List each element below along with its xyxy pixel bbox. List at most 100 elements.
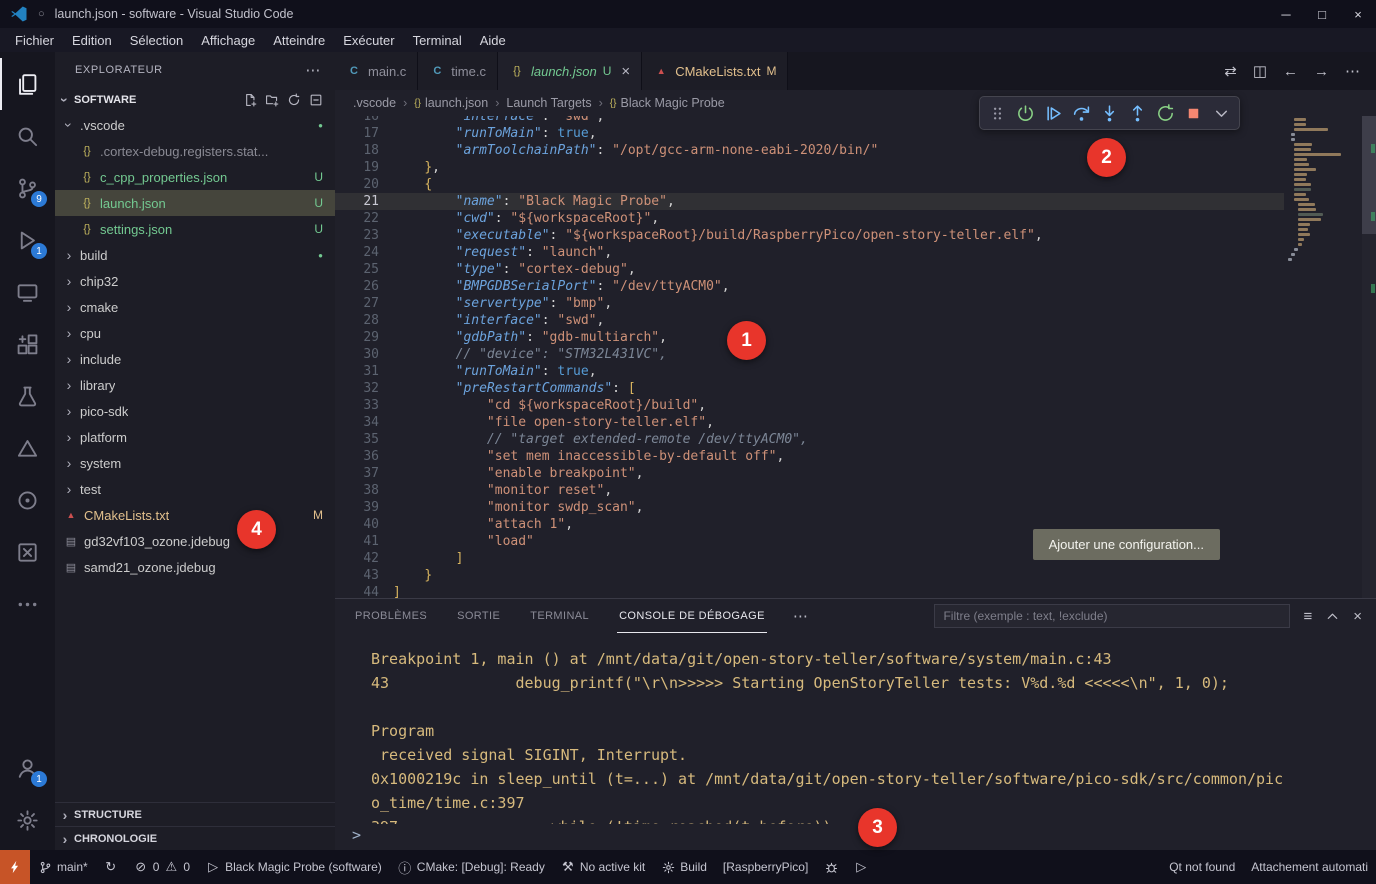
activitybar-extension-b[interactable] (0, 526, 55, 578)
new-folder-icon[interactable] (265, 93, 279, 107)
activitybar-remote-explorer[interactable] (0, 266, 55, 318)
refresh-icon[interactable] (287, 93, 301, 107)
tree-item-platform[interactable]: ›platform (55, 424, 335, 450)
menu-fichier[interactable]: Fichier (6, 28, 63, 52)
continue-button[interactable] (1013, 100, 1038, 126)
panel-tab-terminal[interactable]: TERMINAL (528, 599, 591, 633)
tree-item-launch-json[interactable]: {}launch.jsonU (55, 190, 335, 216)
tree-item-build[interactable]: ›build● (55, 242, 335, 268)
tree-item-gd32vf103-ozone-jdebug[interactable]: ▤gd32vf103_ozone.jdebug (55, 528, 335, 554)
new-file-icon[interactable] (243, 93, 257, 107)
tree-item-vscode[interactable]: ›.vscode● (55, 112, 335, 138)
tree-item-library[interactable]: ›library (55, 372, 335, 398)
workspace-section-header[interactable]: › SOFTWARE (55, 88, 335, 112)
tree-item-include[interactable]: ›include (55, 346, 335, 372)
activitybar-accounts[interactable]: 1 (0, 742, 55, 794)
drag-handle[interactable] (985, 100, 1010, 126)
step-out-button[interactable] (1125, 100, 1150, 126)
section-structure[interactable]: ›STRUCTURE (55, 802, 335, 826)
editor-scrollbar[interactable] (1362, 116, 1376, 598)
add-configuration-button[interactable]: Ajouter une configuration... (1033, 529, 1220, 560)
statusbar-build[interactable]: Build (653, 850, 715, 884)
statusbar-debug[interactable] (816, 850, 846, 884)
close-panel-icon[interactable]: × (1353, 608, 1362, 625)
navigate-back-icon[interactable]: ← (1283, 63, 1298, 80)
statusbar-git-branch[interactable]: main* (30, 850, 96, 884)
tab-main-c[interactable]: Cmain.c (335, 52, 418, 90)
activitybar-settings[interactable] (0, 794, 55, 846)
menu-aide[interactable]: Aide (471, 28, 515, 52)
panel-tab-console-de-d-bogage[interactable]: CONSOLE DE DÉBOGAGE (617, 599, 767, 633)
step-into-button[interactable] (1097, 100, 1122, 126)
statusbar-qt-status[interactable]: Qt not found (1161, 850, 1243, 884)
statusbar-debug-target[interactable]: ▷Black Magic Probe (software) (198, 850, 390, 884)
activitybar-cmake[interactable] (0, 422, 55, 474)
tree-item-cmakelists-txt[interactable]: ▲CMakeLists.txtM (55, 502, 335, 528)
debug-console-input[interactable]: > (335, 824, 1376, 850)
menu-affichage[interactable]: Affichage (192, 28, 264, 52)
maximize-panel-icon[interactable] (1325, 609, 1340, 624)
close-button[interactable]: × (1340, 0, 1376, 28)
tree-item-cortex-debug-registers-stat[interactable]: {}.cortex-debug.registers.stat... (55, 138, 335, 164)
statusbar-problems[interactable]: ⊘0⚠0 (126, 850, 198, 884)
navigate-forward-icon[interactable]: → (1314, 63, 1329, 80)
tree-item-cmake[interactable]: ›cmake (55, 294, 335, 320)
activitybar-search[interactable] (0, 110, 55, 162)
menu-edition[interactable]: Edition (63, 28, 121, 52)
menu-ex-cuter[interactable]: Exécuter (334, 28, 403, 52)
tree-item-test[interactable]: ›test (55, 476, 335, 502)
split-editor-icon[interactable]: ◫ (1253, 62, 1267, 80)
minimap[interactable] (1286, 118, 1360, 263)
activitybar-explorer[interactable] (0, 58, 55, 110)
stop-button[interactable] (1181, 100, 1206, 126)
menu-atteindre[interactable]: Atteindre (264, 28, 334, 52)
menu-terminal[interactable]: Terminal (404, 28, 471, 52)
activitybar-more-views[interactable] (0, 578, 55, 630)
statusbar-active-kit[interactable]: ⚒No active kit (553, 850, 653, 884)
activitybar-extensions[interactable] (0, 318, 55, 370)
remote-indicator[interactable] (0, 850, 30, 884)
run-to-cursor-button[interactable] (1041, 100, 1066, 126)
statusbar-cmake-status[interactable]: ⓘCMake: [Debug]: Ready (390, 850, 553, 884)
panel-tab-probl-mes[interactable]: PROBLÈMES (353, 599, 429, 633)
breadcrumb-item-black-magic-probe[interactable]: {}Black Magic Probe (610, 96, 725, 110)
statusbar-auto-attach[interactable]: Attachement automati (1243, 850, 1376, 884)
activitybar-source-control[interactable]: 9 (0, 162, 55, 214)
statusbar-cmake-variant[interactable]: [RaspberryPico] (715, 850, 816, 884)
breadcrumb-item-vscode[interactable]: .vscode (353, 96, 396, 110)
line-number: 36 (335, 448, 393, 465)
menu-s-lection[interactable]: Sélection (121, 28, 192, 52)
toolbar-more-button[interactable] (1209, 100, 1234, 126)
tree-item-cpu[interactable]: ›cpu (55, 320, 335, 346)
tab-time-c[interactable]: Ctime.c (418, 52, 498, 90)
close-icon[interactable]: × (621, 63, 630, 80)
more-actions-icon[interactable]: ⋯ (1345, 62, 1360, 80)
breadcrumb-item-launch-targets[interactable]: Launch Targets (506, 96, 591, 110)
tree-item-samd21-ozone-jdebug[interactable]: ▤samd21_ozone.jdebug (55, 554, 335, 580)
activitybar-testing[interactable] (0, 370, 55, 422)
tree-item-settings-json[interactable]: {}settings.jsonU (55, 216, 335, 242)
panel-tab-sortie[interactable]: SORTIE (455, 599, 502, 633)
activitybar-run-and-debug[interactable]: 1 (0, 214, 55, 266)
explorer-more-icon[interactable]: ⋯ (305, 61, 321, 79)
tab-launch-json[interactable]: {}launch.jsonU× (498, 52, 642, 90)
tree-item-c-cpp-properties-json[interactable]: {}c_cpp_properties.jsonU (55, 164, 335, 190)
tree-item-chip32[interactable]: ›chip32 (55, 268, 335, 294)
statusbar-sync[interactable]: ↻ (96, 850, 126, 884)
minimize-button[interactable]: ─ (1268, 0, 1304, 28)
open-changes-icon[interactable]: ⇄ (1224, 62, 1237, 80)
collapse-all-icon[interactable] (309, 93, 323, 107)
restart-button[interactable] (1153, 100, 1178, 126)
step-over-button[interactable] (1069, 100, 1094, 126)
clear-console-icon[interactable]: ≡ (1303, 608, 1312, 625)
tree-item-system[interactable]: ›system (55, 450, 335, 476)
tree-item-pico-sdk[interactable]: ›pico-sdk (55, 398, 335, 424)
section-chronologie[interactable]: ›CHRONOLOGIE (55, 826, 335, 850)
panel-more-icon[interactable]: ⋯ (793, 607, 808, 625)
console-filter-input[interactable] (934, 604, 1290, 628)
tab-cmakelists-txt[interactable]: ▲CMakeLists.txtM (642, 52, 788, 90)
maximize-button[interactable]: □ (1304, 0, 1340, 28)
statusbar-launch[interactable]: ▷ (846, 850, 876, 884)
breadcrumb-item-launch-json[interactable]: {}launch.json (414, 96, 488, 110)
activitybar-extension-a[interactable] (0, 474, 55, 526)
